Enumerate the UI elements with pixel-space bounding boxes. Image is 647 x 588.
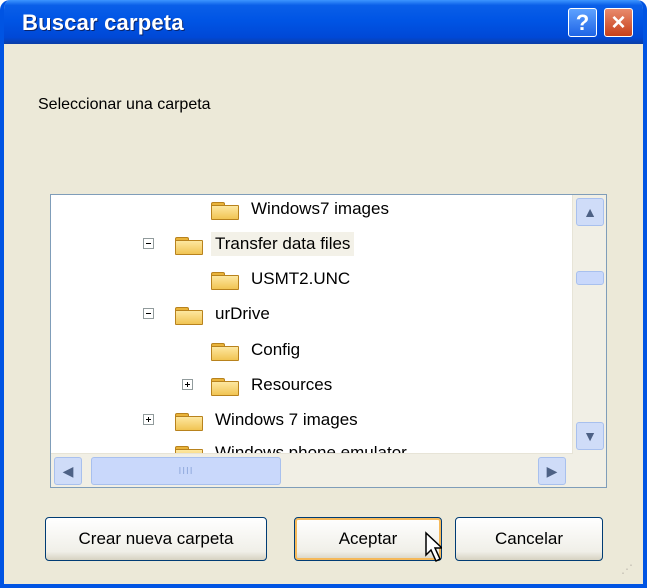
dialog-window: Buscar carpeta ? × Seleccionar una carpe…	[0, 0, 647, 588]
scroll-up-button[interactable]: ▲	[576, 198, 604, 226]
tree-item-label: Transfer data files	[211, 232, 355, 256]
vertical-scrollbar[interactable]: ▲ ▼	[572, 195, 606, 453]
tree-item[interactable]: Windows7 images	[211, 195, 393, 223]
new-folder-button[interactable]: Crear nueva carpeta	[45, 517, 267, 561]
folder-icon	[211, 341, 239, 361]
folder-icon	[175, 305, 203, 325]
scroll-down-button[interactable]: ▼	[576, 422, 604, 450]
horizontal-scrollbar[interactable]: ◀ IIII ▶	[51, 453, 606, 487]
tree-item-label: urDrive	[215, 304, 270, 323]
scroll-left-button[interactable]: ◀	[54, 457, 82, 485]
horizontal-scroll-thumb[interactable]: IIII	[91, 457, 281, 485]
tree-item-label: Config	[251, 340, 301, 359]
collapse-toggle-icon[interactable]	[143, 308, 154, 319]
tree-item[interactable]: Config	[211, 336, 304, 364]
prompt-text: Seleccionar una carpeta	[38, 96, 211, 113]
folder-icon	[211, 200, 239, 220]
resize-grip-icon[interactable]: ⋰	[621, 562, 639, 580]
scrollbar-corner	[573, 453, 606, 487]
scroll-right-button[interactable]: ▶	[538, 457, 566, 485]
folder-icon	[175, 235, 203, 255]
close-button[interactable]: ×	[604, 8, 633, 37]
tree-item-label: USMT2.UNC	[251, 269, 351, 288]
tree-item-label: Resources	[251, 375, 333, 394]
folder-tree[interactable]: Windows7 images Transfer data files USMT…	[50, 194, 607, 488]
tree-item[interactable]: Windows 7 images	[175, 406, 362, 434]
dialog-title: Buscar carpeta	[22, 10, 184, 35]
cancel-button[interactable]: Cancelar	[455, 517, 603, 561]
expand-toggle-icon[interactable]	[143, 414, 154, 425]
tree-item[interactable]: USMT2.UNC	[211, 265, 354, 293]
expand-toggle-icon[interactable]	[182, 379, 193, 390]
help-button[interactable]: ?	[568, 8, 597, 37]
tree-item-label: Windows7 images	[251, 199, 389, 218]
tree-item[interactable]: Resources	[211, 371, 336, 399]
tree-item-selected[interactable]: Transfer data files	[175, 230, 355, 258]
title-bar[interactable]: Buscar carpeta ? ×	[4, 0, 643, 44]
mouse-pointer-icon	[425, 531, 442, 563]
collapse-toggle-icon[interactable]	[143, 238, 154, 249]
folder-icon	[211, 270, 239, 290]
vertical-scroll-thumb[interactable]	[576, 271, 604, 285]
folder-icon	[211, 376, 239, 396]
tree-item-label: Windows 7 images	[215, 410, 358, 429]
folder-icon	[175, 411, 203, 431]
tree-item[interactable]: urDrive	[175, 300, 274, 328]
